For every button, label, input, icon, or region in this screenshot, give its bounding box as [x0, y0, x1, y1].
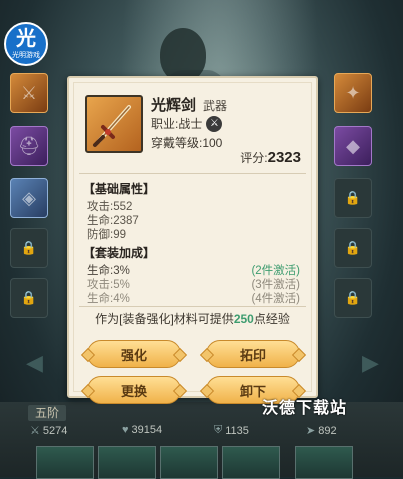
- boot-icon: ➤: [306, 425, 316, 437]
- health-icon: ♥: [122, 424, 129, 436]
- exp-value: 250: [233, 312, 254, 326]
- exp-prefix: 作为[装备强化]材料可提供: [95, 312, 234, 326]
- class-label: 职业:战士: [151, 117, 203, 131]
- hero-head: [160, 28, 206, 82]
- equip-slot-left-5-locked[interactable]: 🔒: [10, 278, 48, 318]
- set-bonus-3: 生命:4%: [87, 293, 130, 305]
- equip-slot-right-1[interactable]: ✦: [334, 73, 372, 113]
- skill-card-3[interactable]: [160, 446, 218, 479]
- stat-attack: ⚔ 5274: [30, 424, 68, 438]
- attack-icon: ⚔: [30, 425, 40, 437]
- exp-info: 作为[装备强化]材料可提供250点经验: [69, 310, 316, 327]
- armor-icon: ◈: [22, 187, 36, 208]
- lock-icon: 🔒: [344, 240, 362, 255]
- divider: [79, 306, 306, 307]
- strengthen-button[interactable]: 强化: [87, 340, 181, 368]
- stat-value: 892: [318, 424, 337, 437]
- equip-slot-right-3[interactable]: 🔒: [334, 178, 372, 218]
- stat-value: 39154: [131, 424, 163, 436]
- required-level: 穿戴等级:100: [151, 136, 223, 150]
- score-label: 评分:: [240, 151, 268, 165]
- set-bonus-title: 【套装加成】: [83, 246, 156, 260]
- stat-defense: ⛨ 1135: [214, 424, 249, 437]
- logo-subtext: 光明游戏: [12, 52, 40, 59]
- watermark-text: 沃德下载站: [262, 400, 348, 417]
- arrow-left-icon[interactable]: ◀: [26, 350, 43, 376]
- exp-suffix: 点经验: [253, 312, 290, 326]
- skill-card-4[interactable]: [222, 446, 280, 479]
- sword-icon: ⚔: [20, 82, 38, 103]
- lock-icon: 🔒: [20, 240, 38, 255]
- sword-icon: [93, 105, 131, 147]
- equip-slot-right-4-locked[interactable]: 🔒: [334, 228, 372, 268]
- stat-value: 5274: [42, 424, 68, 437]
- equip-slot-left-2[interactable]: ⛑: [10, 126, 48, 166]
- shield-icon: ⛨: [214, 424, 223, 436]
- boots-icon: ◆: [346, 135, 360, 156]
- lock-icon: 🔒: [344, 290, 362, 305]
- item-type: 武器: [203, 99, 228, 113]
- arrow-right-icon[interactable]: ▶: [362, 350, 379, 376]
- class-row: 职业:战士 ⚔: [151, 115, 223, 132]
- lock-icon: 🔒: [20, 290, 38, 305]
- set-bonus-3-status: (4件激活): [251, 293, 300, 305]
- item-icon-frame: [85, 95, 143, 153]
- stat-speed: ➤ 892: [306, 424, 337, 438]
- stat-value: 1135: [225, 424, 249, 437]
- stat-health: ♥ 39154: [122, 424, 162, 436]
- equip-slot-left-3[interactable]: ◈: [10, 178, 48, 218]
- score-row: 评分: 2323: [240, 149, 301, 166]
- warrior-class-icon: ⚔: [206, 115, 223, 132]
- skill-card-5[interactable]: [295, 446, 353, 479]
- rank-tab[interactable]: 五阶: [28, 405, 66, 421]
- lock-icon: 🔒: [344, 190, 362, 205]
- skill-card-1[interactable]: [36, 446, 94, 479]
- item-detail-dialog: 光辉剑 武器 职业:战士 ⚔ 穿戴等级:100 评分: 2323 【基础属性】 …: [67, 76, 318, 404]
- score-value: 2323: [267, 149, 301, 166]
- item-name: 光辉剑: [151, 97, 197, 114]
- equip-slot-left-1[interactable]: ⚔: [10, 73, 48, 113]
- equip-slot-left-4-locked[interactable]: 🔒: [10, 228, 48, 268]
- helmet-icon: ⛑: [17, 135, 41, 156]
- equip-slot-right-2[interactable]: ◆: [334, 126, 372, 166]
- logo-glyph: 光: [16, 28, 36, 50]
- equip-slot-right-5-locked[interactable]: 🔒: [334, 278, 372, 318]
- base-attr-defense: 防御:99: [87, 229, 126, 241]
- rubbing-button[interactable]: 拓印: [206, 340, 300, 368]
- bracer-icon: ✦: [345, 82, 361, 103]
- divider: [79, 173, 306, 174]
- app-logo: 光 光明游戏: [4, 22, 48, 66]
- skill-card-2[interactable]: [98, 446, 156, 479]
- base-attributes-title: 【基础属性】: [83, 182, 156, 196]
- replace-button[interactable]: 更换: [87, 376, 181, 404]
